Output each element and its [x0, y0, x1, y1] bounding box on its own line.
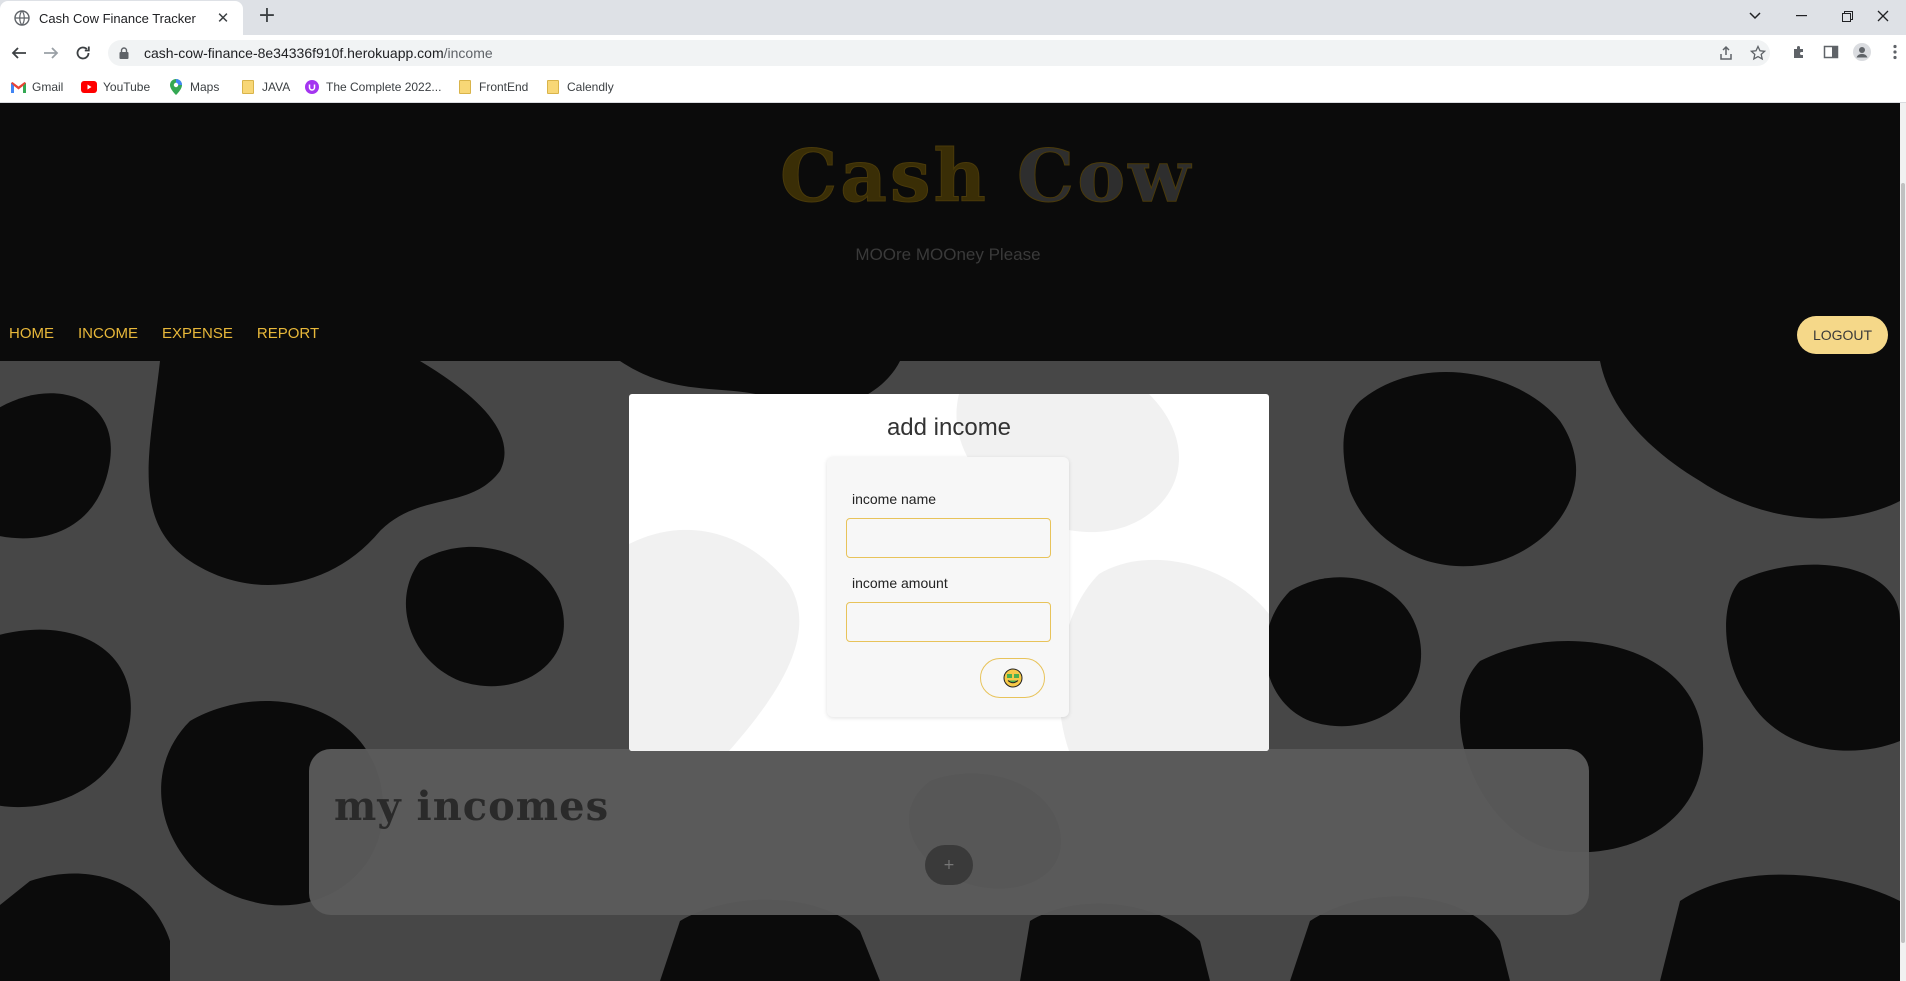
address-bar[interactable]: cash-cow-finance-8e34336f910f.herokuapp.…	[108, 40, 1770, 66]
submit-income-button[interactable]	[980, 658, 1045, 698]
side-panel-icon[interactable]	[1822, 43, 1840, 61]
gmail-icon	[10, 79, 26, 95]
income-amount-input[interactable]	[846, 602, 1051, 642]
page-scrollbar[interactable]	[1900, 103, 1906, 981]
minimize-button[interactable]	[1778, 0, 1824, 32]
add-income-button[interactable]: +	[925, 845, 973, 885]
folder-icon	[545, 79, 561, 95]
browser-menu-icon[interactable]	[1886, 43, 1904, 61]
globe-icon	[14, 10, 30, 26]
nav-expense[interactable]: EXPENSE	[162, 325, 233, 342]
nav-income[interactable]: INCOME	[78, 325, 138, 342]
bookmark-complete-2022[interactable]: The Complete 2022...	[304, 77, 441, 97]
my-incomes-heading: my incomes	[334, 783, 610, 830]
income-name-input[interactable]	[846, 518, 1051, 558]
profile-avatar-icon[interactable]	[1853, 43, 1871, 61]
share-icon[interactable]	[1717, 44, 1735, 62]
extensions-puzzle-icon[interactable]	[1790, 43, 1808, 61]
nav-home[interactable]: HOME	[9, 325, 54, 342]
browser-toolbar: cash-cow-finance-8e34336f910f.herokuapp.…	[0, 35, 1906, 71]
lock-icon	[119, 47, 129, 59]
bookmarks-bar: Gmail YouTube Maps JAVA The Complete 202…	[0, 71, 1906, 103]
my-incomes-panel	[309, 749, 1589, 915]
tagline: MOOre MOOney Please	[855, 245, 1041, 264]
browser-tabstrip: Cash Cow Finance Tracker ✕ +	[0, 0, 1906, 35]
udemy-icon	[304, 79, 320, 95]
income-amount-label: income amount	[852, 575, 948, 591]
nav-report[interactable]: REPORT	[257, 325, 319, 342]
close-window-button[interactable]	[1860, 0, 1906, 32]
add-income-modal: add income income name income amount	[629, 394, 1269, 751]
bookmark-star-icon[interactable]	[1749, 44, 1767, 62]
reload-icon[interactable]	[72, 42, 94, 64]
income-name-label: income name	[852, 491, 937, 507]
browser-tab[interactable]: Cash Cow Finance Tracker ✕	[0, 1, 243, 35]
bookmark-frontend[interactable]: FrontEnd	[457, 77, 528, 97]
back-arrow-icon[interactable]	[8, 42, 30, 64]
tab-title: Cash Cow Finance Tracker	[39, 10, 196, 26]
new-tab-button[interactable]: +	[255, 5, 279, 29]
youtube-icon	[81, 79, 97, 95]
bookmark-gmail[interactable]: Gmail	[10, 77, 63, 97]
tab-search-icon[interactable]	[1732, 0, 1778, 32]
maps-icon	[168, 79, 184, 95]
close-tab-icon[interactable]: ✕	[209, 9, 237, 27]
forward-arrow-icon[interactable]	[40, 42, 62, 64]
main-nav: HOME INCOME EXPENSE REPORT	[9, 325, 343, 342]
money-face-icon	[1003, 668, 1022, 688]
page-viewport: Cash Cow MOOre MOOney Please HOME INCOME…	[0, 103, 1906, 981]
bookmark-youtube[interactable]: YouTube	[81, 77, 150, 97]
folder-icon	[457, 79, 473, 95]
url-text: cash-cow-finance-8e34336f910f.herokuapp.…	[144, 45, 493, 61]
cash-cow-logo: Cash Cow	[780, 133, 1194, 219]
bookmark-java[interactable]: JAVA	[240, 77, 290, 97]
folder-icon	[240, 79, 256, 95]
bookmark-maps[interactable]: Maps	[168, 77, 219, 97]
logout-button[interactable]: LOGOUT	[1797, 316, 1888, 354]
bookmark-calendly[interactable]: Calendly	[545, 77, 614, 97]
modal-title: add income	[886, 414, 1012, 441]
income-form: income name income amount	[827, 457, 1069, 717]
